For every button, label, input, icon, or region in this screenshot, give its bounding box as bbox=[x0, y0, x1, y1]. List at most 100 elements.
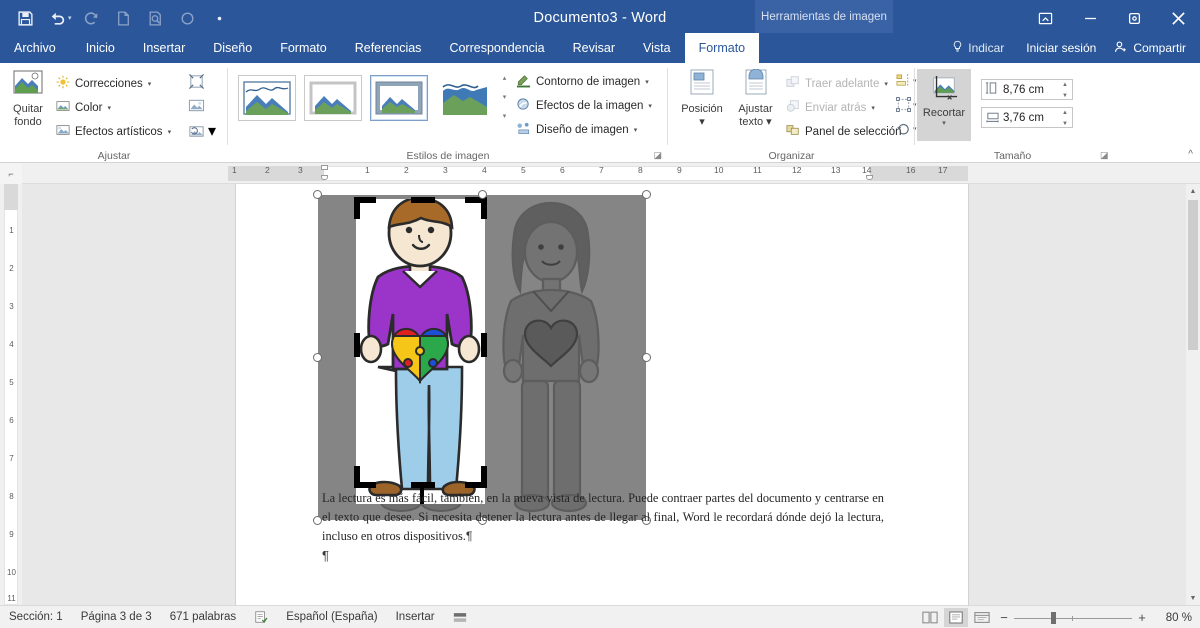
gallery-more-icon[interactable]: ▾ bbox=[503, 113, 507, 121]
vertical-scrollbar[interactable]: ▲ ▼ bbox=[1186, 184, 1200, 605]
zoom-level-label[interactable]: 80 % bbox=[1152, 612, 1192, 624]
first-line-indent-marker[interactable] bbox=[321, 165, 328, 170]
compress-pictures-button[interactable] bbox=[188, 73, 205, 95]
new-document-icon[interactable] bbox=[109, 3, 139, 33]
shape-width-stepper[interactable]: ▲ ▼ bbox=[1060, 110, 1070, 127]
change-picture-button[interactable] bbox=[188, 97, 205, 119]
crop-handle-left-middle[interactable] bbox=[354, 333, 360, 357]
tab-inicio[interactable]: Inicio bbox=[72, 33, 129, 63]
collapse-ribbon-button[interactable]: ^ bbox=[1188, 149, 1193, 160]
crop-handle-top-right-v[interactable] bbox=[481, 197, 487, 219]
save-icon[interactable] bbox=[10, 3, 40, 33]
shape-height-field[interactable]: 8,76 cm ▲ ▼ bbox=[981, 79, 1073, 100]
picture-style-thumb-4[interactable] bbox=[436, 75, 494, 121]
efectos-artisticos-button[interactable]: Efectos artísticos ▾ bbox=[56, 123, 171, 140]
vertical-ruler[interactable]: 1 2 3 4 5 6 7 8 9 10 11 bbox=[0, 184, 22, 605]
selection-handle-middle-left[interactable] bbox=[313, 353, 322, 362]
share-button[interactable]: Compartir bbox=[1106, 40, 1200, 57]
remove-background-button[interactable]: Quitar fondo bbox=[4, 69, 52, 129]
status-section[interactable]: Sección: 1 bbox=[0, 611, 72, 623]
tab-correspondencia[interactable]: Correspondencia bbox=[435, 33, 558, 63]
chevron-down-icon[interactable]: ▾ bbox=[208, 121, 216, 141]
scrollbar-thumb[interactable] bbox=[1188, 200, 1198, 350]
tab-archivo[interactable]: Archivo bbox=[0, 33, 72, 63]
chevron-down-icon[interactable]: ▾ bbox=[648, 102, 652, 110]
stepper-down-icon[interactable]: ▼ bbox=[1062, 121, 1068, 127]
zoom-slider-handle[interactable] bbox=[1051, 611, 1056, 624]
crop-handle-bottom-right-v[interactable] bbox=[481, 466, 487, 488]
chevron-down-icon[interactable]: ▾ bbox=[634, 126, 638, 134]
chevron-down-icon[interactable]: ▾ bbox=[645, 78, 649, 86]
recortar-button[interactable]: Recortar ▾ bbox=[917, 69, 971, 141]
horizontal-ruler[interactable]: ⌐ 1 2 3 1 2 3 4 5 6 7 8 9 10 11 12 13 14… bbox=[0, 163, 1200, 184]
tab-referencias[interactable]: Referencias bbox=[341, 33, 436, 63]
sign-in-button[interactable]: Iniciar sesión bbox=[1016, 41, 1106, 55]
tab-formato-pagina[interactable]: Formato bbox=[266, 33, 341, 63]
status-insert-mode[interactable]: Insertar bbox=[387, 611, 444, 623]
crop-handle-right-middle[interactable] bbox=[481, 333, 487, 357]
document-body-paragraph[interactable]: La lectura es más fácil, también, en la … bbox=[322, 489, 884, 546]
stepper-down-icon[interactable]: ▼ bbox=[1062, 93, 1068, 99]
chevron-down-icon[interactable]: ▾ bbox=[942, 119, 946, 127]
shape-width-field[interactable]: 3,76 cm ▲ ▼ bbox=[981, 107, 1073, 128]
selected-picture[interactable] bbox=[313, 190, 651, 525]
status-language[interactable]: Español (España) bbox=[277, 611, 386, 623]
panel-de-seleccion-button[interactable]: Panel de selección bbox=[786, 123, 902, 140]
stepper-up-icon[interactable]: ▲ bbox=[1062, 110, 1068, 116]
color-button[interactable]: Color ▾ bbox=[56, 99, 111, 116]
web-layout-view-button[interactable] bbox=[970, 608, 994, 627]
status-page[interactable]: Página 3 de 3 bbox=[72, 611, 161, 623]
selection-handle-top-left[interactable] bbox=[313, 190, 322, 199]
proofing-errors-icon[interactable] bbox=[245, 610, 277, 624]
correcciones-button[interactable]: Correcciones ▾ bbox=[56, 75, 151, 92]
touch-mode-icon[interactable] bbox=[173, 3, 203, 33]
tab-vista[interactable]: Vista bbox=[629, 33, 685, 63]
chevron-down-icon[interactable]: ▾ bbox=[168, 128, 172, 136]
scroll-down-icon[interactable]: ▼ bbox=[1186, 591, 1200, 605]
gallery-scroll-controls[interactable]: ▴ ▾ ▾ bbox=[498, 75, 511, 121]
picture-style-thumb-1[interactable] bbox=[238, 75, 296, 121]
ajustar-texto-button[interactable]: Ajustar texto ▾ bbox=[728, 68, 783, 129]
document-page[interactable]: La lectura es más fácil, también, en la … bbox=[236, 184, 968, 605]
picture-style-thumb-3[interactable] bbox=[370, 75, 428, 121]
shape-height-stepper[interactable]: ▲ ▼ bbox=[1060, 82, 1070, 99]
posicion-button[interactable]: Posición ▾ bbox=[676, 69, 728, 129]
ribbon-display-options-icon[interactable] bbox=[1022, 0, 1068, 36]
reset-picture-button[interactable]: ▾ bbox=[188, 121, 216, 141]
scroll-up-icon[interactable]: ▲ bbox=[1186, 184, 1200, 198]
chevron-down-icon[interactable]: ▾ bbox=[699, 116, 705, 129]
crop-handle-bottom-left-v[interactable] bbox=[354, 466, 360, 488]
zoom-in-button[interactable]: + bbox=[1134, 610, 1150, 625]
crop-handle-top-left-v[interactable] bbox=[354, 197, 360, 219]
chevron-down-icon[interactable]: ▾ bbox=[107, 104, 111, 112]
tab-revisar[interactable]: Revisar bbox=[559, 33, 629, 63]
gallery-scroll-down-icon[interactable]: ▾ bbox=[503, 94, 507, 102]
undo-dropdown-caret[interactable]: ▾ bbox=[68, 14, 72, 22]
chevron-down-icon[interactable]: ▾ bbox=[148, 80, 152, 88]
minimize-icon[interactable] bbox=[1068, 0, 1112, 36]
efectos-de-la-imagen-button[interactable]: Efectos de la imagen ▾ bbox=[516, 97, 652, 115]
selection-handle-top-right[interactable] bbox=[642, 190, 651, 199]
tab-diseno[interactable]: Diseño bbox=[199, 33, 266, 63]
print-layout-view-button[interactable] bbox=[944, 608, 968, 627]
read-mode-view-button[interactable] bbox=[918, 608, 942, 627]
stepper-up-icon[interactable]: ▲ bbox=[1062, 82, 1068, 88]
selection-handle-top-center[interactable] bbox=[478, 190, 487, 199]
zoom-slider[interactable] bbox=[1014, 610, 1132, 626]
print-preview-icon[interactable] bbox=[141, 3, 171, 33]
tab-stop-icon[interactable]: ⌐ bbox=[0, 163, 22, 184]
customize-quick-access-icon[interactable] bbox=[205, 3, 235, 33]
document-canvas[interactable]: La lectura es más fácil, también, en la … bbox=[22, 184, 1200, 605]
picture-style-thumb-2[interactable] bbox=[304, 75, 362, 121]
selection-handle-middle-right[interactable] bbox=[642, 353, 651, 362]
restore-icon[interactable] bbox=[1112, 0, 1156, 36]
selection-handle-bottom-left[interactable] bbox=[313, 516, 322, 525]
macro-record-icon[interactable] bbox=[444, 611, 476, 624]
tell-me-box[interactable]: Indicar bbox=[939, 40, 1016, 56]
tab-formato-imagen[interactable]: Formato bbox=[684, 33, 760, 63]
diseno-de-imagen-button[interactable]: Diseño de imagen ▾ bbox=[516, 121, 637, 139]
left-indent-marker[interactable] bbox=[321, 175, 328, 180]
zoom-out-button[interactable]: − bbox=[996, 610, 1012, 625]
status-word-count[interactable]: 671 palabras bbox=[161, 611, 246, 623]
close-icon[interactable] bbox=[1156, 0, 1200, 36]
